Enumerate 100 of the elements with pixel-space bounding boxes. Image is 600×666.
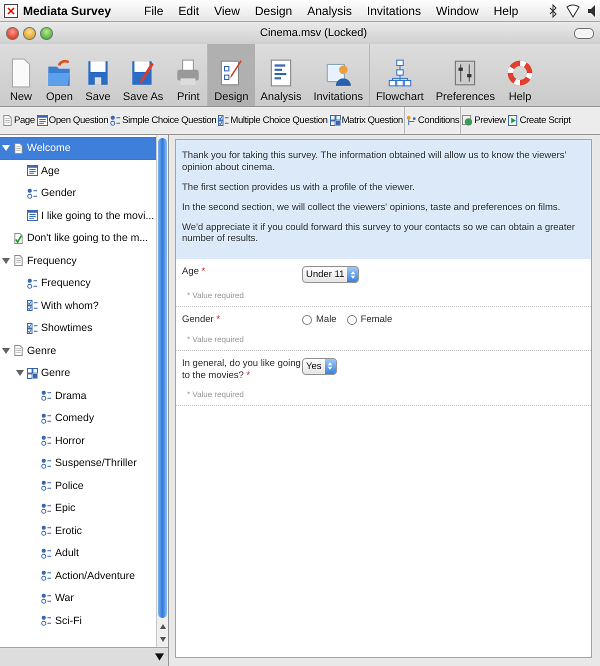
toolbar-button[interactable]: Multiple Choice Question bbox=[217, 115, 329, 126]
menu-item[interactable]: Design bbox=[254, 4, 294, 18]
toolbar-button[interactable]: Invitations bbox=[308, 44, 370, 106]
tree-item[interactable]: Frequency bbox=[0, 250, 156, 272]
toolbar-button[interactable]: Save As bbox=[116, 44, 170, 106]
tree-item[interactable]: Frequency bbox=[0, 272, 156, 294]
check-page-icon bbox=[13, 232, 24, 244]
toolbar-button[interactable]: Create Script bbox=[506, 115, 572, 126]
tree-item[interactable]: Age bbox=[0, 160, 156, 182]
intro-paragraph: In the second section, we will collect the viewers' opinions, taste and preferences on films. bbox=[182, 202, 562, 214]
toolbar-button[interactable]: Page bbox=[1, 115, 36, 126]
tree-item[interactable]: War bbox=[0, 587, 156, 610]
checkbox-list-icon bbox=[27, 300, 38, 312]
printer-icon bbox=[175, 58, 202, 88]
dropdown[interactable]: Under 11 bbox=[302, 266, 360, 284]
radio-list-icon bbox=[41, 390, 52, 402]
tree-item[interactable]: Adult bbox=[0, 542, 156, 564]
radio-option[interactable]: Female bbox=[346, 314, 392, 326]
toolbar-button[interactable]: Open Question bbox=[36, 115, 110, 126]
disclosure-triangle-icon[interactable] bbox=[2, 256, 10, 265]
toolbar-button[interactable]: Simple Choice Question bbox=[109, 115, 218, 126]
toolbar-button[interactable]: Flowchart bbox=[370, 44, 430, 106]
play-script-icon bbox=[508, 115, 519, 126]
tree-item[interactable]: Sci-Fi bbox=[0, 610, 156, 632]
toolbar-button[interactable]: Design bbox=[208, 44, 255, 106]
tree-item[interactable]: Erotic bbox=[0, 520, 156, 542]
minimize-button[interactable] bbox=[23, 26, 36, 40]
scroll-down-arrow-icon[interactable] bbox=[158, 635, 166, 643]
disclosure-triangle-icon[interactable] bbox=[2, 346, 10, 355]
radio-list-icon bbox=[41, 435, 52, 446]
toolbar-button[interactable]: Matrix Question bbox=[328, 115, 404, 126]
tree-item[interactable]: Police bbox=[0, 474, 156, 497]
radio-list-icon bbox=[41, 502, 52, 514]
scrollbar[interactable] bbox=[156, 135, 168, 647]
disclosure-triangle-icon[interactable] bbox=[2, 144, 10, 152]
scrollbar-thumb[interactable] bbox=[158, 138, 167, 618]
tree-item[interactable]: Action/Adventure bbox=[0, 564, 156, 587]
toolbar-toggle-button[interactable] bbox=[574, 28, 594, 38]
toolbar-button[interactable]: Help bbox=[501, 44, 540, 106]
toolbar-button[interactable]: Preview bbox=[461, 115, 507, 126]
radio-option[interactable]: Male bbox=[302, 314, 337, 326]
stepper-arrows-icon bbox=[350, 270, 356, 280]
radio-list-icon bbox=[41, 592, 52, 604]
toolbar-button[interactable]: Analysis bbox=[254, 44, 308, 106]
scroll-up-arrow-icon[interactable] bbox=[158, 623, 166, 631]
menu-item[interactable]: Window bbox=[434, 4, 480, 18]
conditions-icon bbox=[406, 115, 417, 126]
tree-item[interactable]: Comedy bbox=[0, 407, 156, 430]
tree-item[interactable]: With whom? bbox=[0, 294, 156, 317]
radio-list-icon bbox=[27, 188, 38, 199]
menu-item[interactable]: Edit bbox=[177, 4, 200, 18]
menu-item[interactable]: Help bbox=[492, 4, 520, 18]
toolbar-button[interactable]: Save bbox=[78, 44, 117, 106]
page-icon bbox=[13, 345, 24, 356]
page-icon bbox=[13, 142, 24, 154]
folder-icon bbox=[46, 58, 72, 88]
text-field-icon bbox=[27, 210, 38, 222]
window-title: Cinema.msv (Locked) bbox=[259, 27, 368, 39]
tree-item[interactable]: Suspense/Thriller bbox=[0, 452, 156, 474]
required-hint: * Value required bbox=[186, 390, 245, 400]
tree-item[interactable]: Genre bbox=[0, 362, 156, 384]
intro-paragraph: Thank you for taking this survey. The information obtained will allow us to know the viewers' opinion about cinema. bbox=[182, 150, 568, 174]
menu-item[interactable]: Analysis bbox=[306, 4, 353, 18]
toolbar-button[interactable]: Preferences bbox=[430, 44, 502, 106]
tree-item[interactable]: Horror bbox=[0, 430, 156, 452]
toolbar-button[interactable]: Conditions bbox=[404, 115, 460, 126]
flowchart-icon bbox=[386, 58, 413, 88]
tree-item[interactable]: Showtimes bbox=[0, 317, 156, 340]
zoom-button[interactable] bbox=[40, 26, 53, 40]
toolbar-button[interactable]: Open bbox=[40, 44, 79, 106]
radio-list-icon bbox=[41, 458, 52, 469]
menu-item[interactable]: Invitations bbox=[366, 4, 422, 18]
tree-item[interactable]: Genre bbox=[0, 340, 156, 362]
bluetooth-icon[interactable] bbox=[548, 4, 558, 18]
dropdown-arrow-icon[interactable] bbox=[155, 653, 164, 661]
globe-page-icon bbox=[462, 115, 474, 126]
dropdown[interactable]: Yes bbox=[302, 358, 336, 375]
disclosure-triangle-icon[interactable] bbox=[16, 369, 24, 378]
tree-item[interactable]: Gender bbox=[0, 182, 156, 204]
toolbar-button[interactable]: New bbox=[2, 44, 40, 106]
wifi-icon[interactable] bbox=[566, 4, 580, 18]
app-name[interactable]: Mediata Survey bbox=[23, 4, 112, 18]
matrix-icon bbox=[27, 368, 38, 379]
stepper-arrows-icon bbox=[327, 361, 333, 372]
close-button[interactable] bbox=[6, 26, 19, 40]
toolbar-button[interactable]: Print bbox=[169, 44, 208, 106]
radio-list-icon bbox=[41, 480, 52, 492]
menu-item[interactable]: View bbox=[213, 4, 241, 18]
tree-item[interactable]: Drama bbox=[0, 384, 156, 407]
tree-item[interactable]: I like going to the movi... bbox=[0, 204, 156, 227]
tree-item[interactable]: Epic bbox=[0, 497, 156, 520]
radio-list-icon bbox=[110, 115, 122, 126]
radio-list-icon bbox=[41, 570, 52, 582]
menu-item[interactable]: File bbox=[143, 4, 164, 18]
text-field-icon bbox=[36, 115, 48, 126]
intro-paragraph: The first section provides us with a profile of the viewer. bbox=[182, 182, 416, 194]
matrix-icon bbox=[330, 115, 341, 126]
tree-item[interactable]: Don't like going to the m... bbox=[0, 227, 156, 250]
tree-item[interactable]: Welcome bbox=[0, 137, 156, 160]
speaker-icon[interactable] bbox=[588, 4, 596, 18]
